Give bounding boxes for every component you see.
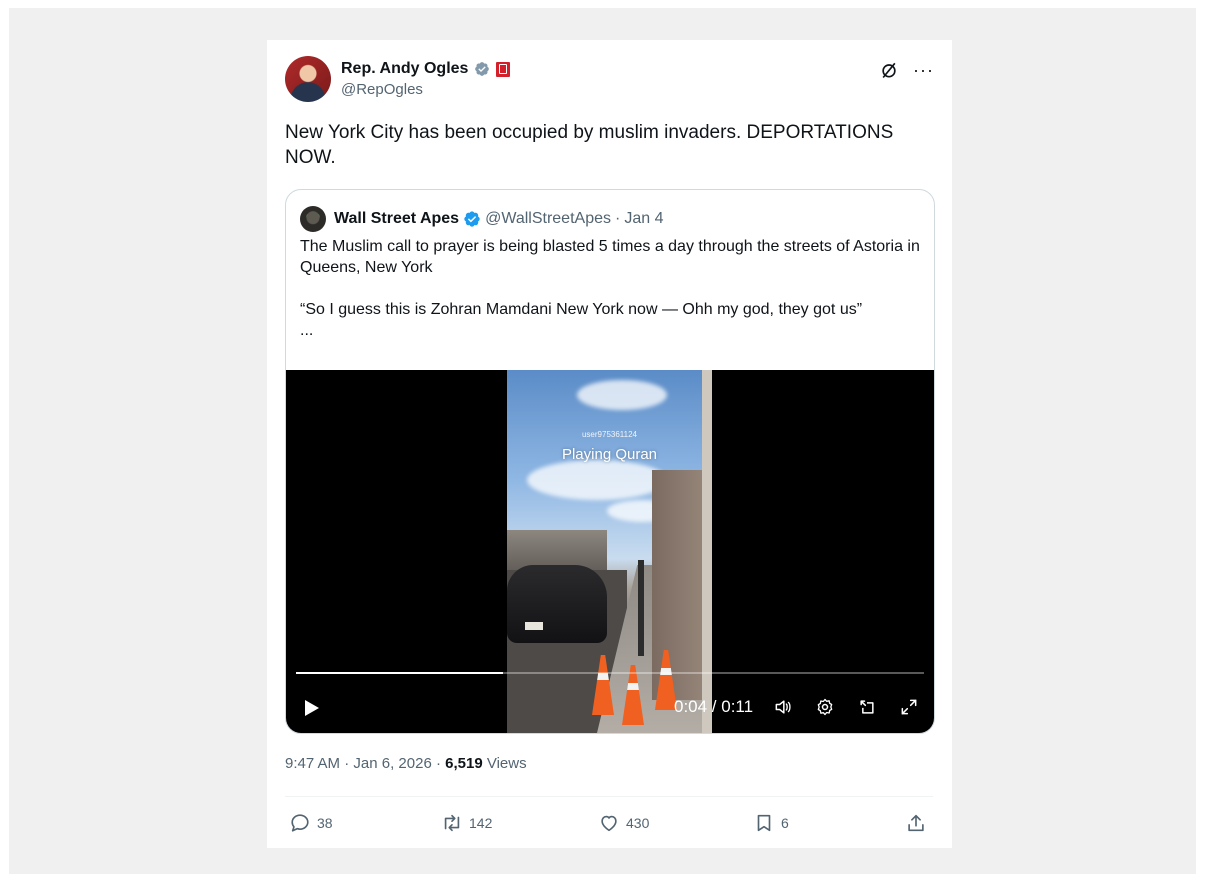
video-player[interactable]: user975361124 Playing Quran 0:04 / 0:11 [286,370,934,733]
video-overlay-caption: Playing Quran [561,446,658,463]
video-controls: 0:04 / 0:11 [286,692,934,722]
author-handle[interactable]: @RepOgles [341,81,510,98]
video-progress-bar[interactable] [296,672,924,674]
tweet-time[interactable]: 9:47 AM [285,755,340,772]
meta-separator: · [344,755,350,772]
video-frame: user975361124 Playing Quran [507,370,712,733]
repost-count: 142 [469,815,493,831]
like-button[interactable]: 430 [598,812,649,834]
quoted-tweet[interactable]: Wall Street Apes @WallStreetApes · Jan 4… [285,189,935,734]
like-count: 430 [626,815,650,831]
tweet-card: Rep. Andy Ogles @RepOgles ··· New York C… [267,40,952,848]
views-label: Views [486,755,527,772]
repost-button[interactable]: 142 [441,812,492,834]
like-icon [601,815,617,832]
quote-header: Wall Street Apes @WallStreetApes · Jan 4 [300,206,663,232]
quote-author-handle[interactable]: @WallStreetApes [485,210,611,228]
tweet-date[interactable]: Jan 6, 2026 [353,755,431,772]
quote-separator: · [615,210,621,227]
top-actions: ··· [879,60,934,80]
video-time: 0:04 / 0:11 [674,697,754,716]
tweet-meta: 9:47 AM · Jan 6, 2026 · 6,519 Views [285,755,527,772]
quote-avatar[interactable] [300,206,326,232]
quote-text: The Muslim call to prayer is being blast… [300,238,920,339]
volume-icon[interactable] [773,697,793,717]
settings-icon[interactable] [815,697,835,717]
fullscreen-icon[interactable] [899,697,919,717]
flag-icon [496,61,511,77]
share-icon [908,814,924,832]
video-progress-fill [296,672,504,674]
share-button[interactable] [905,812,927,834]
video-overlay-user: user975361124 [581,430,637,439]
more-icon[interactable]: ··· [913,61,934,79]
tweet-text: New York City has been occupied by musli… [285,122,894,168]
verified-badge-icon [475,62,490,76]
quote-date[interactable]: Jan 4 [624,210,663,228]
reply-count: 38 [317,815,333,831]
quote-author-name[interactable]: Wall Street Apes [334,210,459,228]
divider [285,796,933,797]
views-count: 6,519 [445,755,483,772]
meta-separator: · [435,755,441,772]
bookmark-icon [757,814,771,832]
grok-icon[interactable] [879,60,899,80]
author-block: Rep. Andy Ogles @RepOgles [341,58,511,98]
repost-icon [444,814,460,832]
play-icon[interactable] [304,699,320,717]
action-bar: 38 142 430 6 [285,812,933,838]
verified-badge-icon [464,211,480,227]
reply-button[interactable]: 38 [289,812,333,834]
bookmark-button[interactable]: 6 [753,812,789,834]
author-name[interactable]: Rep. Andy Ogles [341,60,468,78]
author-avatar[interactable] [285,56,331,102]
reply-icon [291,814,309,832]
bookmark-count: 6 [781,815,789,831]
pip-icon[interactable] [857,697,877,717]
